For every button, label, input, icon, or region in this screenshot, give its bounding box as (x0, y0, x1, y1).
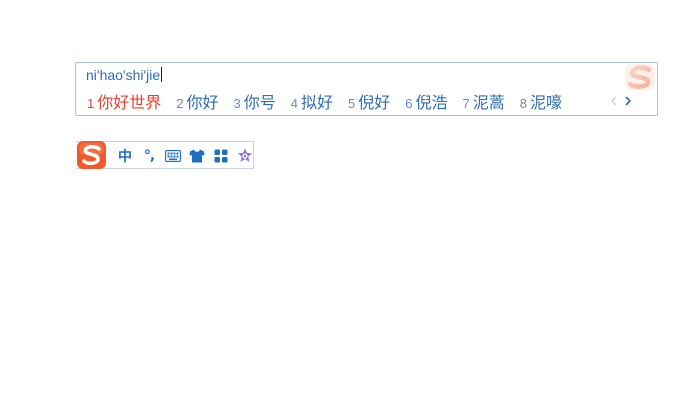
candidate-text: 泥蒿 (472, 93, 505, 112)
candidate-text: 泥嚎 (529, 93, 562, 112)
candidate-text: 你好世界 (97, 93, 162, 112)
toolbox-button[interactable] (209, 145, 233, 167)
skin-button[interactable] (185, 145, 209, 167)
candidate-text: 你好 (186, 93, 219, 112)
candidate-number: 3 (233, 96, 241, 111)
keyboard-icon (165, 150, 181, 162)
soft-keyboard-button[interactable] (161, 145, 185, 167)
text-caret (161, 67, 163, 82)
chevron-left-icon (611, 96, 617, 106)
candidate-text: 倪浩 (415, 93, 448, 112)
composition-string: ni'hao'shi'jie (86, 66, 163, 84)
candidate-number: 6 (405, 96, 413, 111)
candidate-number: 4 (290, 96, 298, 111)
settings-star-icon (238, 148, 252, 162)
sogou-logo-watermark-icon (619, 63, 657, 92)
candidate-text: 拟好 (300, 93, 333, 112)
settings-button[interactable] (233, 145, 257, 167)
candidate-5[interactable]: 5 倪好 (348, 89, 390, 113)
desktop-area: ni'hao'shi'jie 1 你好世界 2 你好 3 你号 4 拟好 5 倪… (0, 0, 695, 400)
next-page-button[interactable] (623, 93, 633, 109)
chinese-english-toggle[interactable]: 中 (113, 145, 137, 167)
chevron-right-icon (625, 96, 631, 106)
sogou-logo-icon[interactable] (76, 140, 108, 170)
candidate-text: 倪好 (358, 93, 391, 112)
candidate-text: 你号 (243, 93, 276, 112)
punctuation-toggle[interactable]: °, (137, 145, 161, 167)
mode-label: 中 (118, 149, 132, 165)
prev-page-button[interactable] (609, 93, 619, 109)
candidate-number: 2 (176, 96, 184, 111)
candidate-7[interactable]: 7 泥蒿 (463, 89, 505, 113)
candidate-2[interactable]: 2 你好 (176, 89, 218, 113)
punctuation-label: °, (143, 148, 155, 164)
status-bar-items: 中 °, (113, 145, 257, 167)
candidate-number: 5 (348, 96, 356, 111)
candidate-number: 1 (87, 96, 95, 111)
candidate-1[interactable]: 1 你好世界 (87, 89, 161, 113)
candidate-3[interactable]: 3 你号 (234, 89, 276, 113)
candidate-6[interactable]: 6 倪浩 (405, 89, 447, 113)
candidate-4[interactable]: 4 拟好 (291, 89, 333, 113)
toolbox-grid-icon (214, 149, 228, 163)
candidate-8[interactable]: 8 泥嚎 (520, 89, 562, 113)
candidate-number: 7 (462, 96, 470, 111)
candidate-number: 8 (519, 96, 527, 111)
candidate-list: 1 你好世界 2 你好 3 你号 4 拟好 5 倪好 6 倪浩 7 泥蒿 8 泥… (87, 90, 577, 112)
composition-text: ni'hao'shi'jie (86, 67, 161, 83)
tshirt-skin-icon (189, 149, 205, 163)
ime-candidate-window: ni'hao'shi'jie 1 你好世界 2 你好 3 你号 4 拟好 5 倪… (75, 62, 658, 116)
page-arrows (609, 91, 633, 111)
